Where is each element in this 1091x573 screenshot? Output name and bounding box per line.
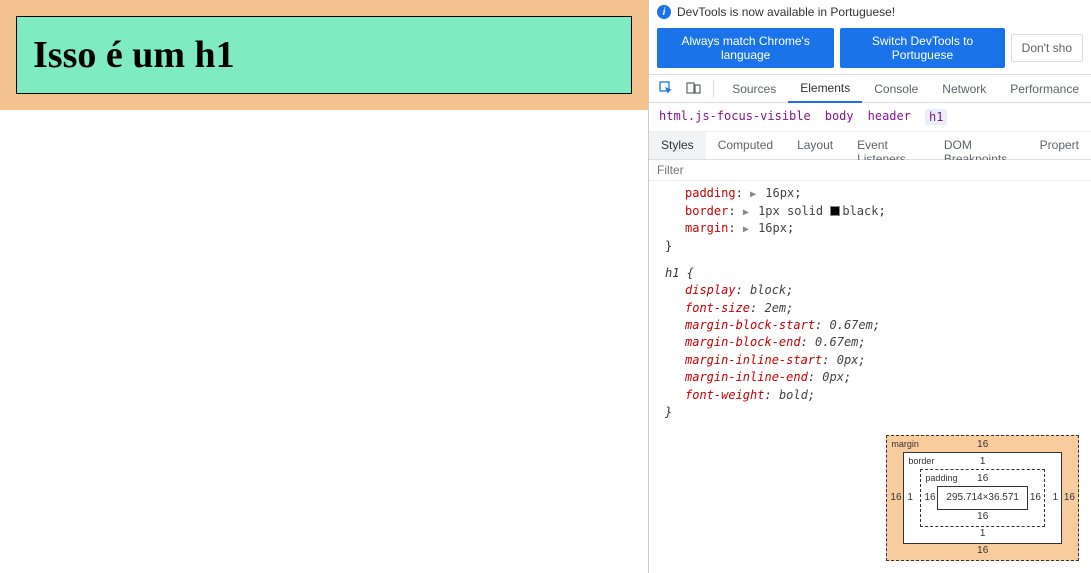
box-model-border: border 1 1 1 1 padding 16 16 16 16 295.7… — [903, 452, 1062, 545]
switch-language-button[interactable]: Switch DevTools to Portuguese — [840, 28, 1004, 68]
css-value: 0.67em — [830, 318, 873, 332]
breadcrumb-header[interactable]: header — [868, 109, 911, 125]
css-prop: padding — [685, 186, 736, 200]
devtools-notice-bar: i DevTools is now available in Portugues… — [649, 0, 1091, 24]
tab-network[interactable]: Network — [930, 76, 998, 102]
css-prop: margin-block-start — [685, 318, 815, 332]
tab-performance[interactable]: Performance — [998, 76, 1091, 102]
subtab-styles[interactable]: Styles — [649, 132, 706, 159]
breadcrumb-body[interactable]: body — [825, 109, 854, 125]
page-header: Isso é um h1 — [0, 0, 648, 110]
margin-bottom-value: 16 — [977, 544, 988, 559]
css-prop: margin-block-end — [685, 335, 801, 349]
breadcrumb-h1[interactable]: h1 — [925, 109, 947, 125]
box-model-padding: padding 16 16 16 16 295.714×36.571 — [920, 469, 1045, 528]
subtab-dom-breakpoints[interactable]: DOM Breakpoints — [932, 132, 1028, 159]
authored-rule-block[interactable]: padding: ▶ 16px; border: ▶ 1px solid bla… — [665, 185, 1081, 255]
padding-left-value: 16 — [924, 491, 935, 506]
box-model-padding-label: padding — [925, 472, 957, 485]
box-model-margin: margin 16 16 16 16 border 1 1 1 1 paddin… — [886, 435, 1079, 562]
info-icon: i — [657, 5, 671, 19]
user-agent-rule-block[interactable]: h1 { display: block; font-size: 2em; mar… — [665, 265, 1081, 422]
css-prop: border — [685, 204, 728, 218]
css-prop: font-size — [685, 301, 750, 315]
css-value: block — [750, 283, 786, 297]
padding-top-value: 16 — [977, 472, 988, 487]
subtab-computed[interactable]: Computed — [706, 132, 785, 159]
subtab-properties[interactable]: Propert — [1028, 132, 1091, 159]
tab-console[interactable]: Console — [862, 76, 930, 102]
breadcrumb-html[interactable]: html.js-focus-visible — [659, 109, 811, 125]
subtab-event-listeners[interactable]: Event Listeners — [845, 132, 932, 159]
css-value: black — [842, 204, 878, 218]
css-value: 16px — [765, 186, 794, 200]
devtools-main-tabs: Sources Elements Console Network Perform… — [649, 75, 1091, 103]
styles-filter-row — [649, 160, 1091, 181]
expand-icon[interactable]: ▶ — [743, 206, 749, 221]
css-prop: font-weight — [685, 388, 764, 402]
css-prop: margin — [685, 221, 728, 235]
css-value: 1px — [758, 204, 780, 218]
border-left-value: 1 — [907, 491, 913, 506]
devtools-panel: i DevTools is now available in Portugues… — [648, 0, 1091, 573]
box-model-content: 295.714×36.571 — [937, 486, 1028, 511]
language-button-row: Always match Chrome's language Switch De… — [649, 24, 1091, 75]
margin-left-value: 16 — [890, 491, 901, 506]
tab-elements[interactable]: Elements — [788, 75, 862, 103]
box-model-diagram[interactable]: margin 16 16 16 16 border 1 1 1 1 paddin… — [886, 435, 1079, 562]
expand-icon[interactable]: ▶ — [743, 223, 749, 238]
margin-top-value: 16 — [977, 438, 988, 453]
dom-breadcrumb: html.js-focus-visible body header h1 — [649, 103, 1091, 132]
device-toolbar-icon[interactable] — [680, 76, 707, 102]
css-prop: margin-inline-start — [685, 353, 822, 367]
border-bottom-value: 1 — [980, 527, 986, 542]
styles-sub-tabs: Styles Computed Layout Event Listeners D… — [649, 132, 1091, 160]
styles-filter-input[interactable] — [657, 163, 1083, 177]
css-value: 16px — [758, 221, 787, 235]
css-value: bold — [779, 388, 808, 402]
page-h1: Isso é um h1 — [16, 16, 632, 94]
box-model-border-label: border — [908, 455, 934, 468]
css-prop: margin-inline-end — [685, 370, 808, 384]
styles-content: padding: ▶ 16px; border: ▶ 1px solid bla… — [649, 181, 1091, 573]
css-value: solid — [787, 204, 823, 218]
inspect-element-icon[interactable] — [653, 76, 680, 102]
color-swatch-icon[interactable] — [830, 206, 840, 216]
border-right-value: 1 — [1052, 491, 1058, 506]
divider — [713, 80, 714, 98]
expand-icon[interactable]: ▶ — [750, 188, 756, 203]
css-value: 0px — [822, 370, 844, 384]
rendered-page: Isso é um h1 — [0, 0, 648, 573]
box-model-margin-label: margin — [891, 438, 919, 451]
css-selector: h1 — [665, 266, 679, 280]
border-top-value: 1 — [980, 455, 986, 470]
css-value: 0px — [837, 353, 859, 367]
always-match-language-button[interactable]: Always match Chrome's language — [657, 28, 834, 68]
subtab-layout[interactable]: Layout — [785, 132, 845, 159]
notice-text: DevTools is now available in Portuguese! — [677, 5, 895, 19]
css-value: 2em — [764, 301, 786, 315]
css-prop: display — [685, 283, 736, 297]
padding-right-value: 16 — [1030, 491, 1041, 506]
padding-bottom-value: 16 — [977, 510, 988, 525]
tab-sources[interactable]: Sources — [720, 76, 788, 102]
css-value: 0.67em — [815, 335, 858, 349]
margin-right-value: 16 — [1064, 491, 1075, 506]
dont-show-button[interactable]: Don't sho — [1011, 34, 1083, 62]
